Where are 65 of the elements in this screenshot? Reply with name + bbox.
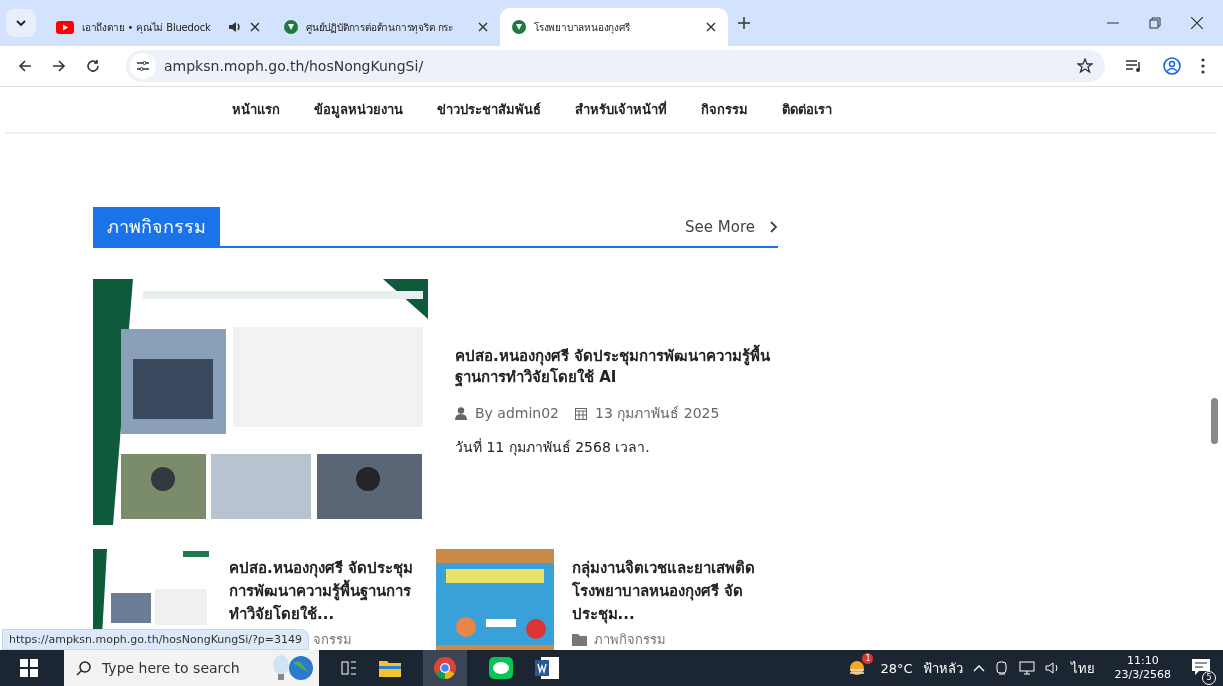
- word-app-icon[interactable]: [535, 657, 559, 679]
- profile-icon[interactable]: [1163, 57, 1181, 75]
- network-icon[interactable]: [1018, 661, 1035, 675]
- forward-icon[interactable]: [52, 59, 66, 73]
- post-title[interactable]: คปสอ.หนองกุงศรี จัดประชุมการพัฒนาความรู้พื้นฐานการทำวิจัยโดยใช้ AI: [455, 346, 775, 388]
- media-queue-icon[interactable]: [1125, 59, 1143, 73]
- post-author: By admin02: [475, 405, 560, 421]
- new-tab-icon[interactable]: [738, 17, 750, 29]
- scrollbar-thumb[interactable]: [1211, 398, 1218, 444]
- status-url-tooltip: https://ampksn.moph.go.th/hosNongKungSi/?p=3149: [2, 629, 310, 650]
- address-bar[interactable]: ampksn.moph.go.th/hosNongKungSi/: [126, 50, 1105, 82]
- nav-link[interactable]: ข้อมูลหน่วยงาน: [313, 99, 403, 120]
- folder-icon[interactable]: [379, 659, 401, 677]
- nav-link[interactable]: สำหรับเจ้าหน้าที่: [574, 99, 667, 120]
- bookmark-star-icon[interactable]: [1077, 58, 1093, 74]
- chat-app-icon[interactable]: [489, 657, 513, 679]
- browser-tab[interactable]: โรงพยาบาลหนองกุงศรี: [500, 8, 728, 46]
- weather-badge: 1: [862, 652, 874, 664]
- temperature: 28°C: [880, 660, 913, 676]
- close-icon[interactable]: [250, 22, 260, 32]
- browser-tab[interactable]: ศูนย์ปฏิบัติการต่อต้านการทุจริต กระ: [272, 8, 500, 46]
- taskbar-search-field[interactable]: Type here to search: [64, 650, 319, 686]
- play-icon: [56, 20, 74, 34]
- chrome-icon[interactable]: [434, 657, 456, 679]
- chevron-up-icon[interactable]: [972, 664, 985, 672]
- post-title[interactable]: คปสอ.หนองกุงศรี จัดประชุมการพัฒนาความรู้พื้นฐานการทำวิจัยโดยใช้...: [229, 557, 424, 626]
- category-link[interactable]: จกรรม: [313, 629, 352, 650]
- shield-icon: [512, 20, 526, 34]
- calendar-icon: [575, 406, 588, 420]
- nav-link[interactable]: ข่าวประชาสัมพันธ์: [436, 99, 541, 120]
- close-icon[interactable]: [1191, 17, 1203, 29]
- tab-search-button[interactable]: [6, 9, 36, 37]
- post-excerpt: วันที่ 11 กุมภาพันธ์ 2568 เวลา.: [455, 437, 651, 458]
- post-title[interactable]: กลุ่มงานจิตเวชและยาเสพติด โรงพยาบาลหนองกุงศรี จัดประชุม...: [571, 557, 767, 626]
- browser-tab[interactable]: เอาถึงตาย • คุณไม่ Bluedock: [44, 8, 272, 46]
- tab-title: โรงพยาบาลหนองกุงศรี: [534, 20, 631, 35]
- search-icon: [76, 660, 92, 676]
- windows-start-icon[interactable]: [20, 659, 38, 677]
- nav-link[interactable]: กิจกรรม: [700, 99, 748, 120]
- nav-link[interactable]: หน้าแรก: [231, 99, 280, 120]
- see-more-link[interactable]: See More: [685, 218, 778, 246]
- weather-text: ฟ้าหลัว: [922, 659, 963, 678]
- task-view-icon[interactable]: [341, 660, 357, 676]
- volume-icon[interactable]: [1044, 661, 1061, 675]
- close-icon[interactable]: [706, 22, 716, 32]
- shield-icon: [284, 20, 298, 34]
- folder-icon: [571, 633, 588, 646]
- back-icon[interactable]: [18, 59, 32, 73]
- nav-link[interactable]: ติดต่อเรา: [781, 99, 832, 120]
- notification-count: 5: [1202, 670, 1216, 685]
- chevron-down-icon: [15, 17, 27, 29]
- reload-icon[interactable]: [86, 59, 100, 73]
- close-icon[interactable]: [478, 22, 488, 32]
- site-settings-icon[interactable]: [130, 53, 156, 79]
- menu-icon[interactable]: [1201, 58, 1205, 74]
- restore-icon[interactable]: [1149, 17, 1161, 29]
- category-link[interactable]: ภาพกิจกรรม: [593, 629, 666, 650]
- tab-title: เอาถึงตาย • คุณไม่ Bluedock: [82, 20, 212, 35]
- post-date: 13 กุมภาพันธ์ 2025: [595, 404, 720, 424]
- chevron-right-icon: [769, 220, 778, 234]
- section-title: ภาพกิจกรรม: [93, 207, 220, 246]
- user-icon: [455, 406, 467, 420]
- tab-title: ศูนย์ปฏิบัติการต่อต้านการทุจริต กระ: [306, 20, 454, 35]
- input-language[interactable]: ไทย: [1070, 657, 1095, 679]
- clock[interactable]: 11:10 23/3/2568: [1114, 654, 1171, 682]
